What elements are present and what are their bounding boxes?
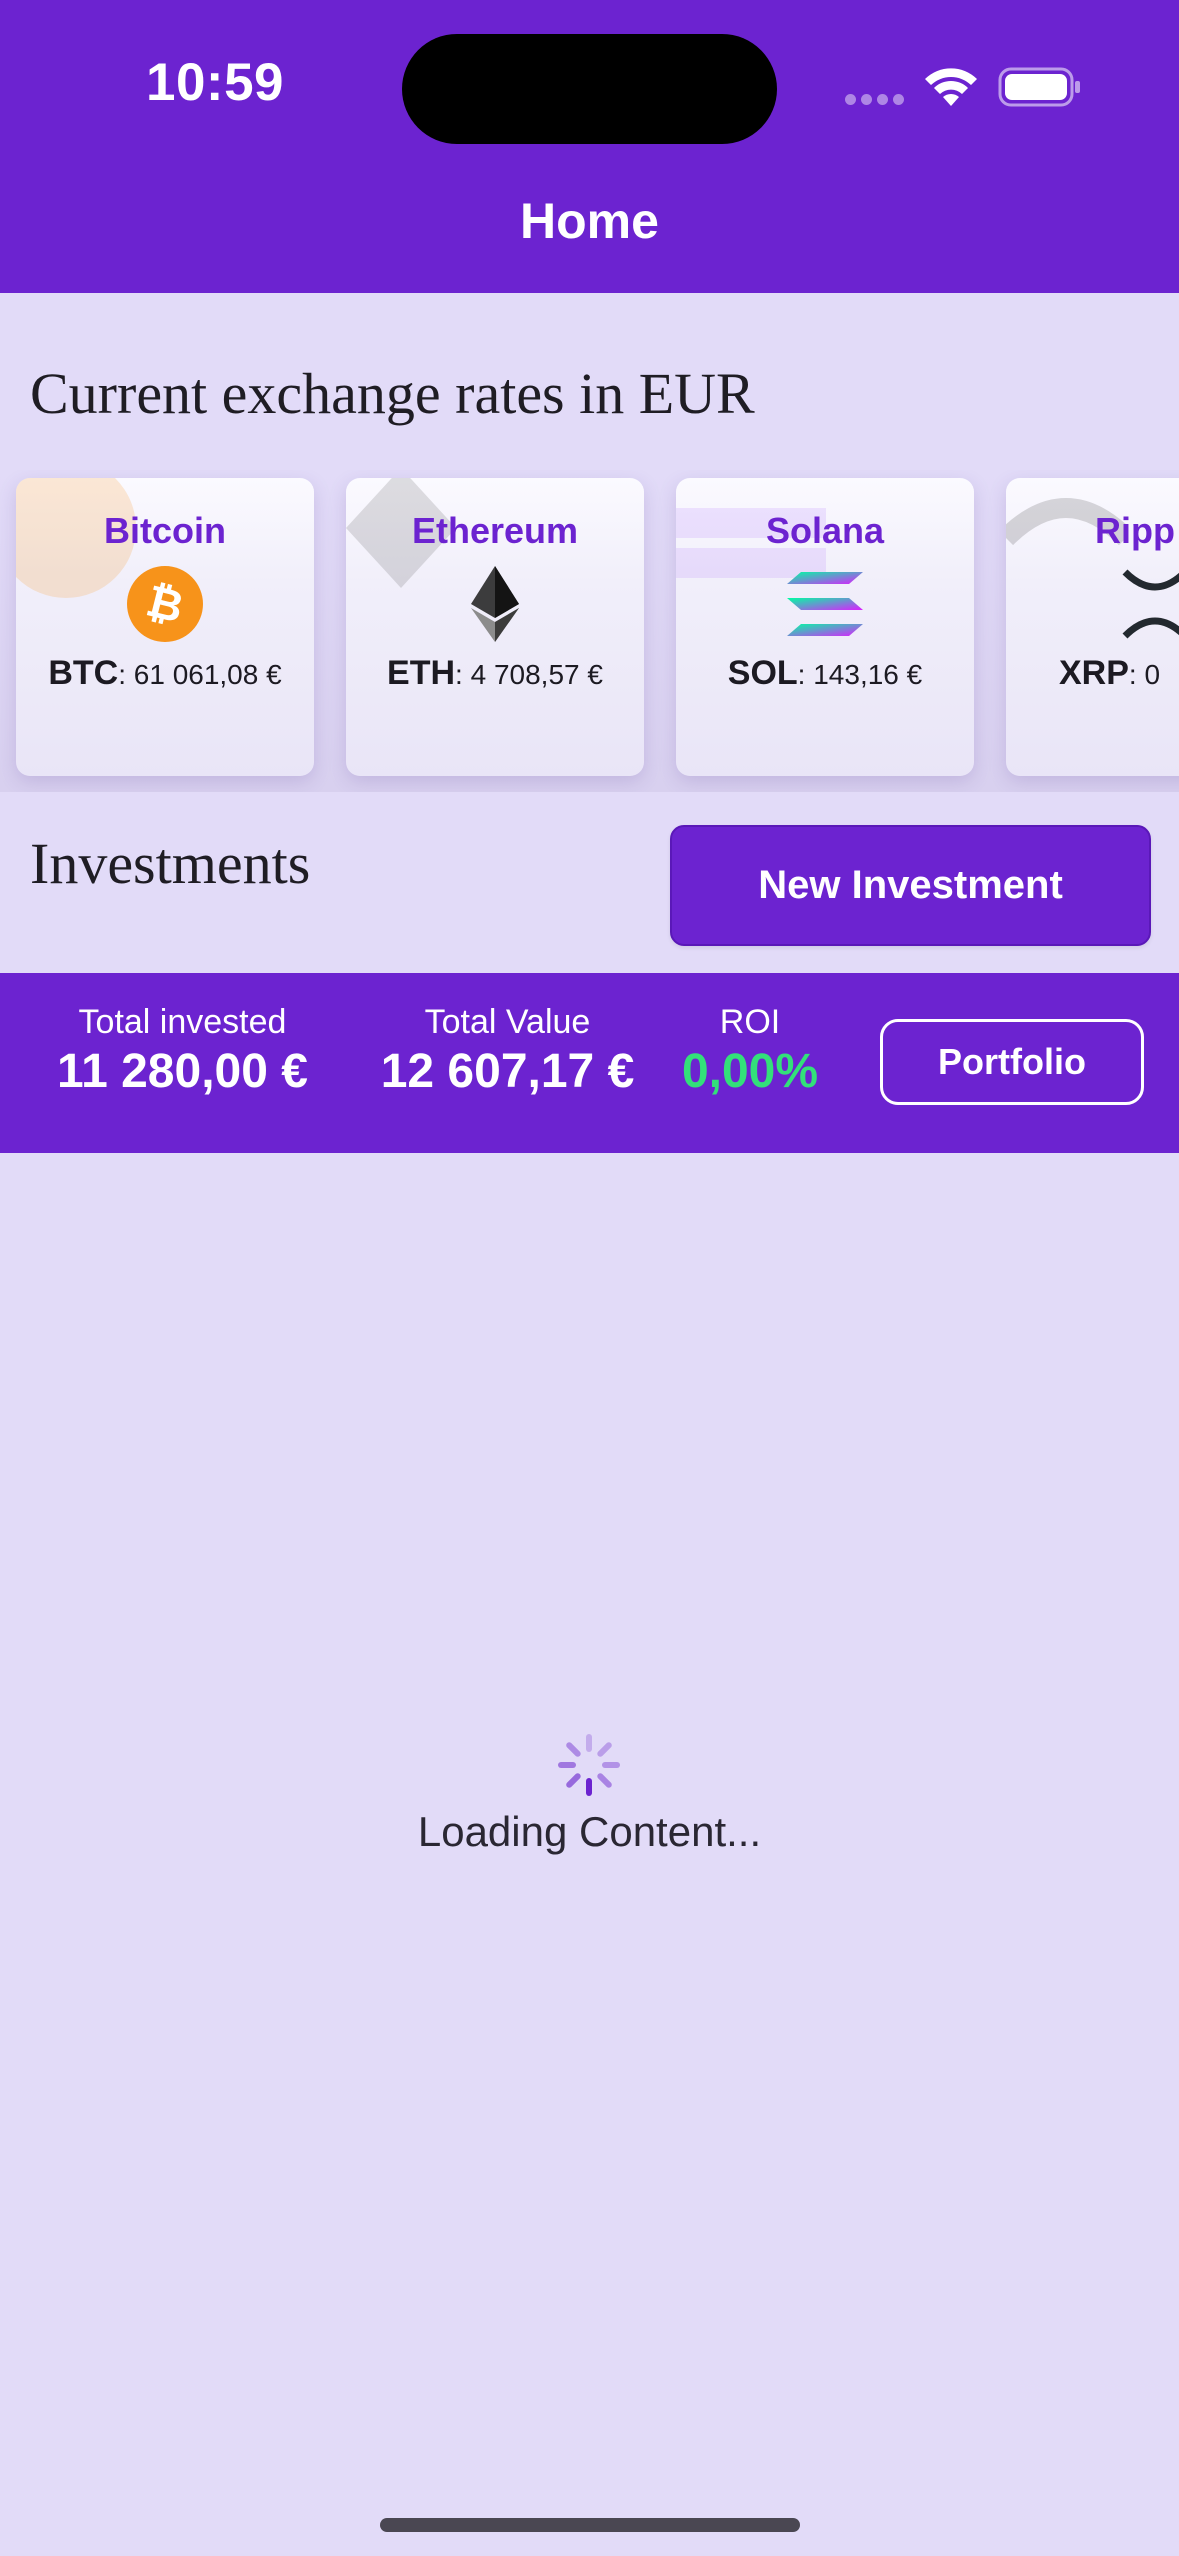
total-invested-stat: Total invested 11 280,00 €: [30, 1003, 335, 1099]
investments-heading: Investments: [30, 831, 311, 896]
roi-value: 0,00%: [681, 1045, 819, 1098]
page-title: Home: [520, 193, 659, 249]
card-coin-name: Ripp: [1095, 510, 1175, 551]
loading-text: Loading Content...: [417, 1808, 762, 1855]
card-price: BTC: 61 061,08 €: [16, 654, 314, 693]
card-symbol: SOL: [727, 654, 798, 692]
total-value-stat: Total Value 12 607,17 €: [365, 1003, 650, 1099]
exchange-rates-heading: Current exchange rates in EUR: [30, 361, 755, 426]
card-separator: :: [455, 659, 463, 690]
new-investment-button[interactable]: New Investment: [670, 825, 1151, 946]
roi-label: ROI: [719, 1003, 781, 1041]
total-value-value: 12 607,17 €: [380, 1045, 635, 1098]
app-header: 10:59 Home: [0, 0, 1179, 293]
total-value-label: Total Value: [424, 1003, 591, 1041]
loading-spinner-icon: [558, 1734, 620, 1796]
card-price-value: 4 708,57 €: [470, 659, 603, 690]
xrp-icon: [1122, 569, 1179, 639]
roi-stat: ROI 0,00%: [660, 1003, 840, 1099]
card-price-value: 0: [1144, 659, 1161, 690]
total-invested-value: 11 280,00 €: [57, 1045, 308, 1098]
dynamic-island: [402, 34, 777, 144]
card-price: ETH: 4 708,57 €: [346, 654, 644, 693]
card-symbol: BTC: [48, 654, 119, 692]
home-indicator[interactable]: [380, 2518, 800, 2532]
exchange-rate-carousel[interactable]: Bitcoin ₿ BTC: 61 061,08 € Ethereum ETH:…: [0, 470, 1179, 792]
card-price-value: 143,16 €: [813, 659, 923, 690]
bitcoin-icon: ₿: [127, 566, 203, 642]
portfolio-summary-bar: Total invested 11 280,00 € Total Value 1…: [0, 973, 1179, 1153]
portfolio-button[interactable]: Portfolio: [880, 1019, 1144, 1105]
card-symbol: ETH: [387, 654, 456, 692]
rate-card-ethereum[interactable]: Ethereum ETH: 4 708,57 €: [346, 478, 644, 776]
rate-card-ripple[interactable]: Ripp XRP: 0: [1006, 478, 1179, 776]
status-time: 10:59: [145, 53, 285, 112]
card-separator: :: [118, 659, 126, 690]
card-price: SOL: 143,16 €: [676, 654, 974, 693]
battery-icon: [998, 67, 1080, 107]
card-price-value: 61 061,08 €: [133, 659, 282, 690]
card-separator: :: [797, 659, 806, 690]
card-price: XRP: 0: [1059, 654, 1179, 693]
card-coin-name: Solana: [765, 510, 885, 551]
rate-card-bitcoin[interactable]: Bitcoin ₿ BTC: 61 061,08 €: [16, 478, 314, 776]
rate-card-solana[interactable]: Solana SOL: 143,16 €: [676, 478, 974, 776]
solana-icon: [787, 572, 863, 636]
card-coin-name: Ethereum: [411, 510, 579, 551]
card-separator: :: [1128, 659, 1137, 690]
card-coin-name: Bitcoin: [104, 510, 226, 551]
cellular-signal-icon: [845, 94, 905, 106]
ethereum-icon: [471, 566, 519, 642]
wifi-icon: [925, 68, 977, 106]
total-invested-label: Total invested: [78, 1003, 287, 1041]
card-symbol: XRP: [1059, 654, 1129, 692]
